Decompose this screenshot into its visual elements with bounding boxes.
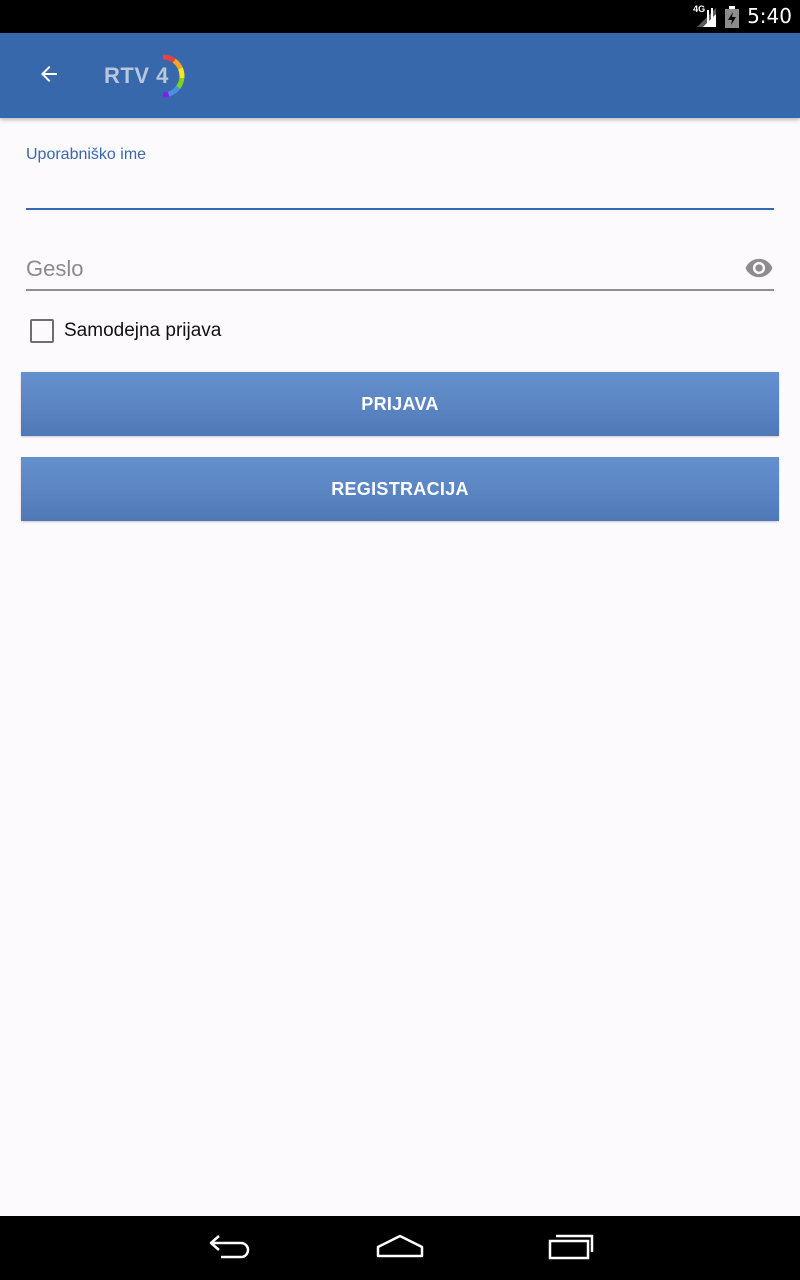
app-logo: RTV 4 [104, 53, 191, 99]
recents-icon [548, 1232, 594, 1265]
back-button[interactable] [24, 51, 74, 101]
system-nav-bar [0, 1216, 800, 1280]
battery-icon [725, 5, 740, 28]
login-button[interactable]: PRIJAVA [21, 372, 779, 436]
username-label: Uporabniško ime [26, 146, 147, 163]
back-icon [207, 1233, 253, 1264]
home-icon [375, 1233, 425, 1264]
register-button[interactable]: REGISTRACIJA [21, 457, 779, 521]
status-icons: 4G 5:40 [693, 0, 792, 33]
username-input[interactable] [26, 168, 774, 210]
nav-back-button[interactable] [200, 1228, 260, 1268]
status-bar: 4G 5:40 [0, 0, 800, 33]
arrow-left-icon [37, 62, 61, 91]
nav-recents-button[interactable] [541, 1228, 601, 1268]
auto-login-label: Samodejna prijava [64, 320, 222, 341]
nav-home-button[interactable] [370, 1228, 430, 1268]
app-bar: RTV 4 [0, 33, 800, 118]
show-password-toggle[interactable] [742, 256, 776, 284]
network-type: 4G [693, 3, 706, 14]
password-input[interactable] [26, 250, 736, 288]
password-underline [26, 289, 774, 291]
eye-icon [744, 257, 774, 284]
auto-login-checkbox[interactable] [30, 319, 54, 343]
auto-login-checkbox-row[interactable]: Samodejna prijava [30, 316, 221, 346]
signal-icon: 4G [693, 3, 717, 28]
clock: 5:40 [747, 4, 792, 28]
logo-ring-icon [155, 53, 191, 99]
